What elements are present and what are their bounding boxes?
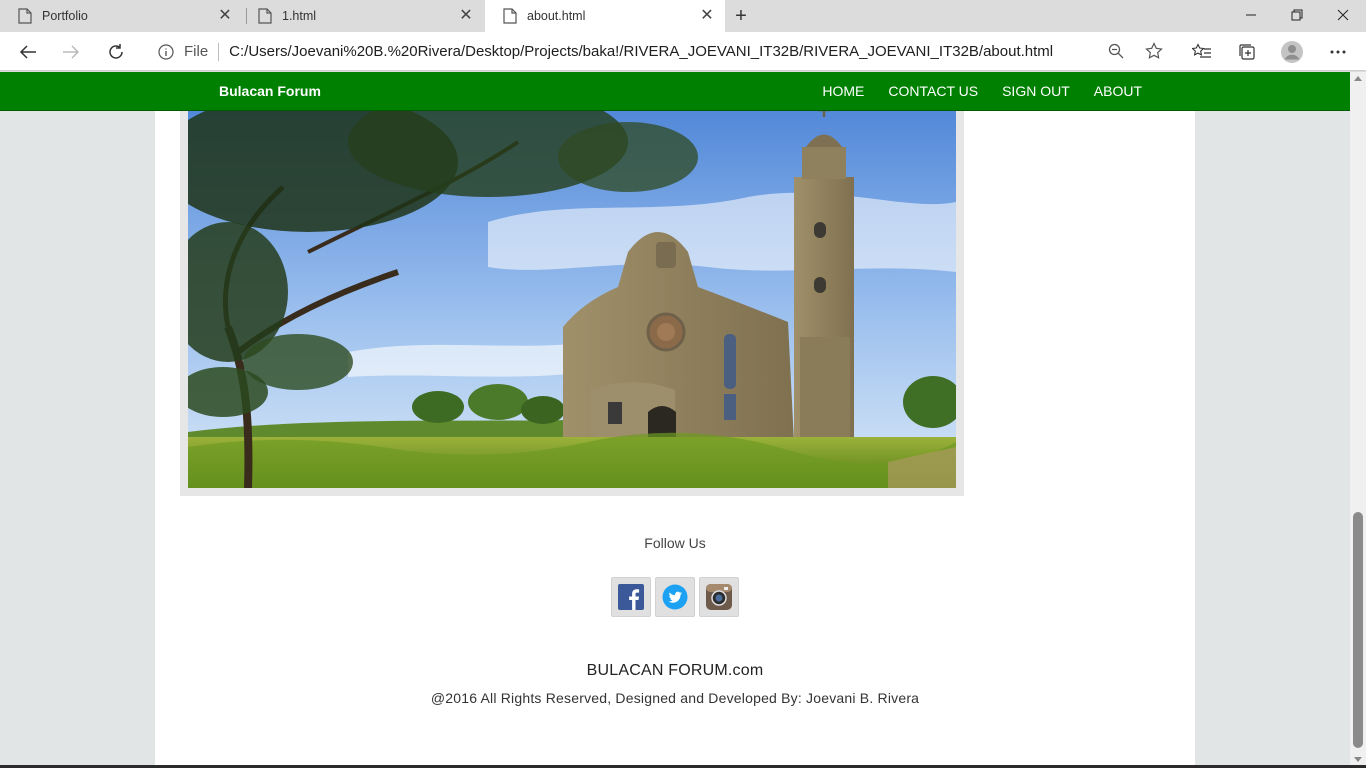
- nav-links: HOME CONTACT US SIGN OUT ABOUT: [822, 83, 1142, 99]
- page-icon: [258, 8, 272, 24]
- address-divider: [218, 42, 220, 61]
- site-navbar: Bulacan Forum HOME CONTACT US SIGN OUT A…: [0, 72, 1350, 111]
- nav-home-link[interactable]: HOME: [822, 83, 864, 99]
- twitter-icon[interactable]: [655, 577, 695, 617]
- page-icon: [18, 8, 32, 24]
- church-photo: [188, 102, 956, 488]
- content-container: Follow Us BULACAN FORUM.com @2016 All Ri…: [155, 72, 1195, 768]
- close-window-icon[interactable]: [1320, 0, 1366, 30]
- tab-strip: Portfolio ✕ 1.html ✕ about.html ✕ +: [0, 0, 1366, 32]
- tab-title: Portfolio: [42, 9, 88, 23]
- url-text[interactable]: C:/Users/Joevani%20B.%20Rivera/Desktop/P…: [229, 43, 1069, 60]
- church-photo-frame: [180, 102, 964, 496]
- restore-icon[interactable]: [1274, 0, 1320, 30]
- url-scheme: File: [184, 43, 209, 60]
- scroll-thumb[interactable]: [1353, 512, 1363, 748]
- tab-about-html[interactable]: about.html ✕: [485, 0, 725, 32]
- address-bar[interactable]: File C:/Users/Joevani%20B.%20Rivera/Desk…: [146, 36, 1172, 67]
- page-viewport: Bulacan Forum HOME CONTACT US SIGN OUT A…: [0, 72, 1350, 768]
- collections-icon[interactable]: [1233, 39, 1261, 65]
- info-icon[interactable]: [158, 43, 174, 60]
- site-brand[interactable]: Bulacan Forum: [219, 83, 321, 99]
- minimize-icon[interactable]: [1228, 0, 1274, 30]
- forward-arrow-icon[interactable]: [57, 39, 85, 65]
- new-tab-icon[interactable]: +: [730, 5, 752, 27]
- tab-1-html[interactable]: 1.html ✕: [240, 0, 484, 32]
- tab-title: about.html: [527, 9, 586, 23]
- nav-about-link[interactable]: ABOUT: [1094, 83, 1142, 99]
- profile-icon[interactable]: [1278, 39, 1306, 65]
- page-scrollbar[interactable]: [1350, 72, 1366, 768]
- refresh-icon[interactable]: [102, 39, 130, 65]
- back-arrow-icon[interactable]: [14, 39, 42, 65]
- nav-signout-link[interactable]: SIGN OUT: [1002, 83, 1070, 99]
- more-icon[interactable]: [1324, 39, 1352, 65]
- social-links: [611, 577, 739, 617]
- star-icon[interactable]: [1145, 42, 1163, 65]
- footer-copyright: @2016 All Rights Reserved, Designed and …: [430, 690, 920, 706]
- close-tab-icon[interactable]: ✕: [458, 8, 474, 24]
- page-icon: [503, 8, 517, 24]
- close-tab-icon[interactable]: ✕: [699, 8, 715, 24]
- follow-us-label: Follow Us: [644, 535, 706, 551]
- nav-contact-link[interactable]: CONTACT US: [888, 83, 978, 99]
- favorites-list-icon[interactable]: [1188, 39, 1216, 65]
- tab-portfolio[interactable]: Portfolio ✕: [0, 0, 243, 32]
- zoom-icon[interactable]: [1108, 43, 1124, 64]
- browser-toolbar: File C:/Users/Joevani%20B.%20Rivera/Desk…: [0, 32, 1366, 71]
- instagram-icon[interactable]: [699, 577, 739, 617]
- footer-brand: BULACAN FORUM.com: [586, 662, 764, 679]
- scroll-down-arrow-icon[interactable]: [1354, 757, 1362, 762]
- tab-title: 1.html: [282, 9, 317, 23]
- scroll-up-arrow-icon[interactable]: [1354, 76, 1362, 81]
- facebook-icon[interactable]: [611, 577, 651, 617]
- close-tab-icon[interactable]: ✕: [217, 8, 233, 24]
